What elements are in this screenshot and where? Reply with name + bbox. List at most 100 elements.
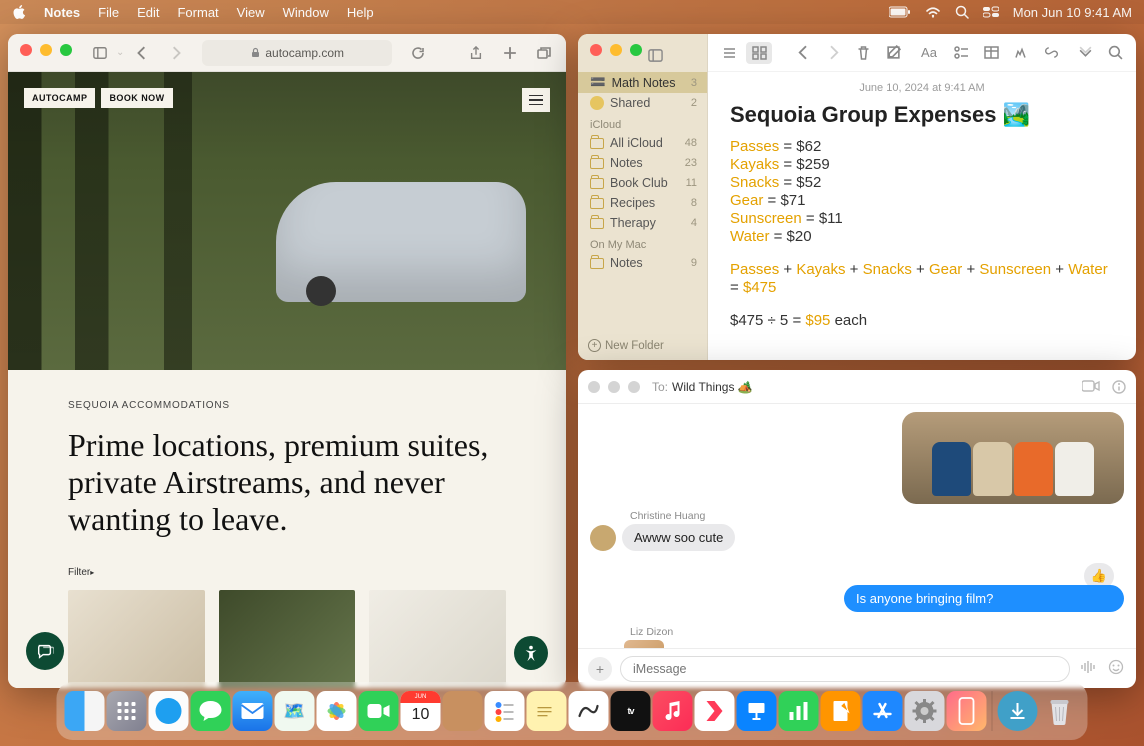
battery-icon[interactable] [889,6,911,18]
close-button[interactable] [590,44,602,56]
zoom-button[interactable] [60,44,72,56]
gallery-view-button[interactable] [746,42,772,64]
accommodation-card[interactable] [369,590,506,688]
photo-message[interactable] [902,412,1124,504]
chat-fab[interactable] [26,632,64,670]
facetime-icon[interactable] [1082,380,1100,392]
folder-recipes[interactable]: Recipes 8 [578,193,707,213]
forward-button[interactable] [162,41,190,65]
dock-notes-icon[interactable] [527,691,567,731]
accommodation-card[interactable] [219,590,356,688]
dock-iphone-mirroring-icon[interactable] [947,691,987,731]
checklist-button[interactable] [948,42,974,64]
folder-therapy[interactable]: Therapy 4 [578,213,707,233]
folder-shared[interactable]: Shared 2 [578,93,707,113]
dock-trash-icon[interactable] [1040,691,1080,731]
apps-button[interactable]: + [588,657,612,681]
tab-overview-button[interactable] [530,41,558,65]
media-button[interactable] [1008,42,1034,64]
audio-waveform-icon[interactable] [1078,660,1098,677]
folder-math-notes[interactable]: 🟰Math Notes 3 [578,72,707,93]
menu-view[interactable]: View [237,5,265,20]
table-button[interactable] [978,42,1004,64]
dock-numbers-icon[interactable] [779,691,819,731]
info-icon[interactable] [1112,380,1126,394]
menubar-clock[interactable]: Mon Jun 10 9:41 AM [1013,5,1132,20]
dock-reminders-icon[interactable] [485,691,525,731]
forward-note-button[interactable] [820,42,846,64]
message-input[interactable] [620,656,1070,682]
menu-window[interactable]: Window [283,5,329,20]
close-button[interactable] [20,44,32,56]
list-view-button[interactable] [716,42,742,64]
minimize-button[interactable] [608,381,620,393]
dock-messages-icon[interactable] [191,691,231,731]
folder-mac-notes[interactable]: Notes 9 [578,253,707,273]
dock-appstore-icon[interactable] [863,691,903,731]
dock-photos-icon[interactable] [317,691,357,731]
spotlight-icon[interactable] [955,5,969,19]
format-button[interactable]: Aa [914,42,944,64]
close-button[interactable] [588,381,600,393]
back-note-button[interactable] [790,42,816,64]
sidebar-toggle-icon[interactable] [86,41,114,65]
link-button[interactable] [1038,42,1064,64]
site-menu-button[interactable] [522,88,550,112]
dock-pages-icon[interactable] [821,691,861,731]
filter-button[interactable]: Filter▸ [68,567,506,578]
dock-downloads-icon[interactable] [998,691,1038,731]
new-note-button[interactable] [880,42,906,64]
menu-help[interactable]: Help [347,5,374,20]
incoming-message[interactable]: Awww soo cute [622,524,735,551]
chevron-down-icon[interactable]: ⌄ [116,47,124,58]
apple-logo-icon[interactable] [12,5,26,19]
dock-launchpad-icon[interactable] [107,691,147,731]
wifi-icon[interactable] [925,6,941,18]
dock-finder-icon[interactable] [65,691,105,731]
messages-body[interactable]: Christine Huang Awww soo cute 👍 Is anyon… [578,404,1136,648]
accommodation-card[interactable] [68,590,205,688]
brand-badge[interactable]: AUTOCAMP [24,88,95,108]
avatar[interactable] [590,525,616,551]
menu-app-name[interactable]: Notes [44,5,80,20]
menu-edit[interactable]: Edit [137,5,159,20]
photo-attachment[interactable] [624,640,664,648]
minimize-button[interactable] [40,44,52,56]
folder-book-club[interactable]: Book Club 11 [578,173,707,193]
menu-format[interactable]: Format [177,5,218,20]
control-center-icon[interactable] [983,6,999,18]
dock-freeform-icon[interactable] [569,691,609,731]
minimize-button[interactable] [610,44,622,56]
dock-facetime-icon[interactable] [359,691,399,731]
outgoing-message[interactable]: Is anyone bringing film? [844,585,1124,612]
book-now-button[interactable]: BOOK NOW [101,88,172,108]
new-tab-button[interactable] [496,41,524,65]
folder-notes[interactable]: Notes 23 [578,153,707,173]
new-folder-button[interactable]: + New Folder [588,339,664,352]
url-bar[interactable]: autocamp.com [202,40,392,66]
zoom-button[interactable] [630,44,642,56]
emoji-picker-icon[interactable] [1106,659,1126,678]
more-button[interactable] [1072,42,1098,64]
zoom-button[interactable] [628,381,640,393]
dock-mail-icon[interactable] [233,691,273,731]
thread-name[interactable]: Wild Things 🏕️ [672,380,753,394]
search-button[interactable] [1102,42,1128,64]
dock-keynote-icon[interactable] [737,691,777,731]
back-button[interactable] [128,41,156,65]
delete-note-button[interactable] [850,42,876,64]
dock-contacts-icon[interactable] [443,691,483,731]
dock-news-icon[interactable] [695,691,735,731]
dock-calendar-icon[interactable]: JUN10 [401,691,441,731]
reload-button[interactable] [404,41,432,65]
menu-file[interactable]: File [98,5,119,20]
dock-tv-icon[interactable]: tv [611,691,651,731]
share-button[interactable] [462,41,490,65]
dock-safari-icon[interactable] [149,691,189,731]
accessibility-fab[interactable] [514,636,548,670]
note-content[interactable]: June 10, 2024 at 9:41 AM Sequoia Group E… [708,72,1136,340]
sidebar-toggle-icon[interactable] [642,44,668,66]
dock-settings-icon[interactable] [905,691,945,731]
dock-music-icon[interactable] [653,691,693,731]
folder-all-icloud[interactable]: All iCloud 48 [578,133,707,153]
